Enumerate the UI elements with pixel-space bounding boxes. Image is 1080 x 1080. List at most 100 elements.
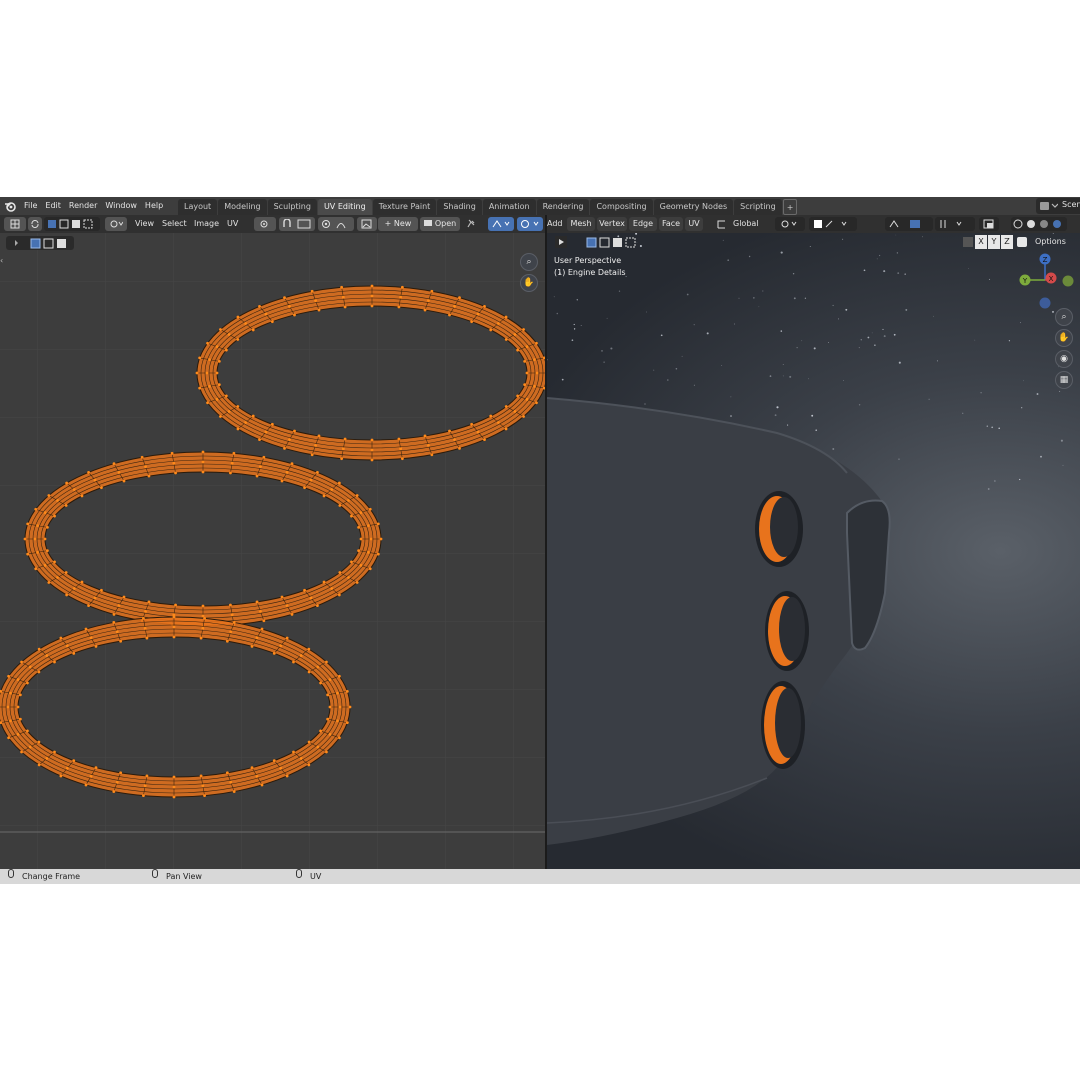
uv-vertex[interactable]: [516, 394, 520, 398]
uv-vertex[interactable]: [59, 774, 63, 778]
uv-vertex[interactable]: [100, 588, 103, 592]
scene-selector[interactable]: Scen: [1036, 198, 1080, 214]
uv-vertex[interactable]: [201, 626, 205, 630]
uv-vertex[interactable]: [430, 289, 434, 293]
uv-vertex[interactable]: [72, 488, 76, 491]
engine-nozzle-bottom[interactable]: [761, 681, 805, 769]
uv-vertex[interactable]: [72, 759, 76, 763]
uv-vertex[interactable]: [322, 580, 326, 584]
uv-vertex[interactable]: [37, 670, 41, 674]
uv-vertex[interactable]: [496, 322, 500, 325]
uv-vertex[interactable]: [279, 766, 283, 770]
uv-vertex[interactable]: [370, 304, 374, 308]
uv-vertex[interactable]: [345, 689, 349, 693]
uv-vertex[interactable]: [112, 621, 116, 624]
uv-vertex[interactable]: [368, 567, 372, 571]
uv-vertex[interactable]: [230, 461, 234, 465]
uv-vertex[interactable]: [307, 647, 311, 651]
vp-menu-uv-box[interactable]: UV: [685, 217, 703, 231]
uv-vertex[interactable]: [72, 651, 76, 655]
uv-vertex[interactable]: [370, 294, 374, 298]
proportional-edit-group[interactable]: [318, 217, 354, 231]
uv-vertex[interactable]: [37, 647, 41, 651]
uv-vertex[interactable]: [199, 774, 203, 778]
editor-type-button[interactable]: [4, 217, 26, 231]
uv-editor-canvas[interactable]: ‹ ⌕ ✋: [0, 233, 546, 869]
uv-vertex[interactable]: [26, 729, 29, 733]
uv-vertex[interactable]: [357, 525, 360, 529]
uv-vertex[interactable]: [201, 470, 205, 474]
shading-mode-group[interactable]: [1011, 217, 1067, 231]
uv-vertex[interactable]: [227, 333, 231, 336]
tab-shading[interactable]: Shading: [437, 199, 482, 215]
engine-nozzle-top[interactable]: [755, 491, 803, 567]
uv-vertex[interactable]: [369, 537, 373, 541]
uv-vertex[interactable]: [292, 750, 295, 754]
xray-toggle[interactable]: [979, 217, 999, 231]
uv-vertex[interactable]: [94, 644, 98, 648]
uv-vertex[interactable]: [328, 678, 332, 682]
uv-vertex[interactable]: [280, 595, 284, 599]
uv-vertex[interactable]: [340, 285, 344, 289]
uv-vertex[interactable]: [307, 740, 311, 744]
uv-vertex[interactable]: [258, 438, 261, 442]
uv-vertex[interactable]: [427, 299, 430, 303]
uv-vertex[interactable]: [199, 636, 203, 640]
uv-vertex[interactable]: [285, 636, 289, 640]
vp-proportional-group[interactable]: [885, 217, 933, 231]
uv-vertex[interactable]: [359, 563, 363, 567]
uv-vertex[interactable]: [45, 757, 49, 760]
mirror-axis-group[interactable]: X Y Z: [963, 235, 1027, 249]
vp-ortho-grid-icon[interactable]: ▦: [1055, 371, 1073, 389]
uv-vertex[interactable]: [337, 674, 341, 678]
uv-vertex[interactable]: [470, 422, 474, 426]
uv-vertex[interactable]: [28, 665, 32, 669]
uv-vertex[interactable]: [174, 603, 177, 607]
uv-vertex[interactable]: [423, 308, 427, 312]
uv-vertex[interactable]: [325, 660, 328, 664]
uv-vertex[interactable]: [198, 356, 202, 360]
uv-vertex[interactable]: [345, 721, 349, 725]
uv-vertex[interactable]: [330, 488, 334, 491]
uv-vertex[interactable]: [255, 774, 259, 778]
tab-geometry-nodes[interactable]: Geometry Nodes: [653, 199, 734, 215]
uv-vertex[interactable]: [255, 600, 259, 604]
uv-vertex[interactable]: [43, 563, 47, 567]
uv-vertex[interactable]: [217, 359, 221, 363]
uv-vertex[interactable]: [299, 757, 303, 760]
uv-vertex[interactable]: [56, 576, 59, 579]
uv-vertex[interactable]: [236, 338, 240, 341]
uv-vertex[interactable]: [65, 766, 69, 770]
uv-vertex[interactable]: [476, 430, 480, 434]
uv-vertex[interactable]: [236, 315, 240, 319]
uv-vertex[interactable]: [219, 415, 222, 418]
gizmo-neg-z[interactable]: [1039, 297, 1051, 309]
uv-vertex[interactable]: [367, 524, 370, 528]
uv-vertex[interactable]: [397, 305, 401, 309]
uv-vertex[interactable]: [244, 322, 248, 325]
uv-vertex[interactable]: [206, 401, 209, 405]
uv-vertex[interactable]: [285, 774, 289, 778]
uv-vertex[interactable]: [28, 745, 32, 749]
menu-window[interactable]: Window: [101, 197, 141, 215]
uv-vertex[interactable]: [232, 451, 236, 455]
uv-vertex[interactable]: [397, 437, 401, 441]
vp-menu-add[interactable]: Add: [547, 215, 563, 233]
uv-vertex[interactable]: [80, 580, 84, 584]
uv-vertex[interactable]: [37, 740, 41, 744]
uv-vertex[interactable]: [522, 415, 525, 418]
uv-vertex[interactable]: [330, 587, 334, 590]
uv-vertex[interactable]: [453, 438, 456, 442]
uv-vertex[interactable]: [84, 627, 88, 631]
uv-vertex[interactable]: [513, 333, 517, 336]
uv-vertex[interactable]: [87, 470, 90, 474]
uv-vertex[interactable]: [399, 447, 403, 451]
uv-vertex[interactable]: [87, 604, 90, 608]
pivot-dropdown[interactable]: [254, 217, 276, 231]
vp-menu-mesh-box[interactable]: Mesh: [567, 217, 595, 231]
uv-vertex[interactable]: [56, 499, 59, 502]
uv-vertex[interactable]: [145, 774, 149, 778]
uv-vertex[interactable]: [201, 460, 205, 464]
uv-vertex[interactable]: [232, 790, 236, 793]
uv-vertex[interactable]: [293, 429, 296, 433]
